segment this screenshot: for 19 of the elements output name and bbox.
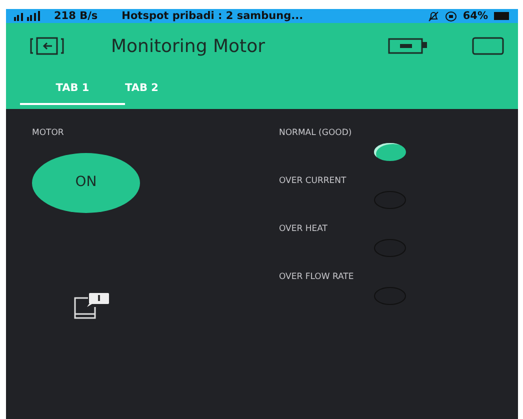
square-icon[interactable]	[472, 37, 504, 55]
tab[interactable]: TAB 2	[125, 77, 158, 105]
battery-percent: 64%	[462, 10, 488, 22]
mute-icon	[428, 10, 439, 22]
motor-button[interactable]: ON	[32, 152, 140, 212]
exit-icon[interactable]	[30, 36, 64, 56]
rotation-lock-icon	[444, 10, 457, 22]
tab[interactable]: TAB 1	[20, 77, 125, 105]
app-title: Monitoring Motor	[111, 34, 265, 58]
notification-icon[interactable]	[74, 292, 110, 318]
battery-icon	[494, 12, 510, 20]
motor-label: MOTOR	[32, 129, 65, 138]
network-speed: 218 B/s	[54, 10, 98, 22]
led-label: OVER CURRENT	[279, 177, 348, 186]
led-label: OVER HEAT	[279, 225, 328, 234]
led-label: NORMAL (GOOD)	[279, 129, 353, 138]
hotspot-status: Hotspot pribadi : 2 sambung...	[122, 10, 304, 22]
led-label: OVER FLOW RATE	[279, 273, 355, 282]
device-icon[interactable]	[388, 37, 428, 55]
